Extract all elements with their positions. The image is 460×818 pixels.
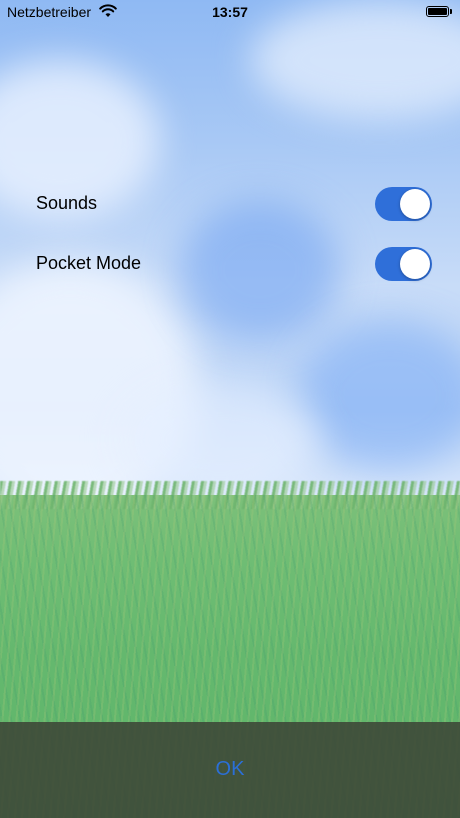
status-bar: Netzbetreiber 13:57 — [0, 0, 460, 24]
clock-time: 13:57 — [212, 4, 248, 20]
toggle-knob — [400, 189, 430, 219]
cloud — [300, 320, 460, 470]
sounds-toggle[interactable] — [375, 187, 432, 221]
sounds-label: Sounds — [36, 193, 98, 213]
screen: Netzbetreiber 13:57 Sounds Pocket Mode O… — [0, 0, 460, 818]
battery-icon — [426, 6, 449, 17]
pocket-mode-label: Pocket Mode — [36, 253, 142, 273]
setting-row-sounds: Sounds — [36, 186, 432, 222]
ok-button[interactable]: OK — [0, 758, 460, 781]
bottom-bar: OK — [0, 722, 460, 818]
battery-cap — [450, 9, 452, 14]
pocket-mode-toggle[interactable] — [375, 247, 432, 281]
setting-row-pocket-mode: Pocket Mode — [36, 246, 432, 282]
toggle-knob — [400, 249, 430, 279]
